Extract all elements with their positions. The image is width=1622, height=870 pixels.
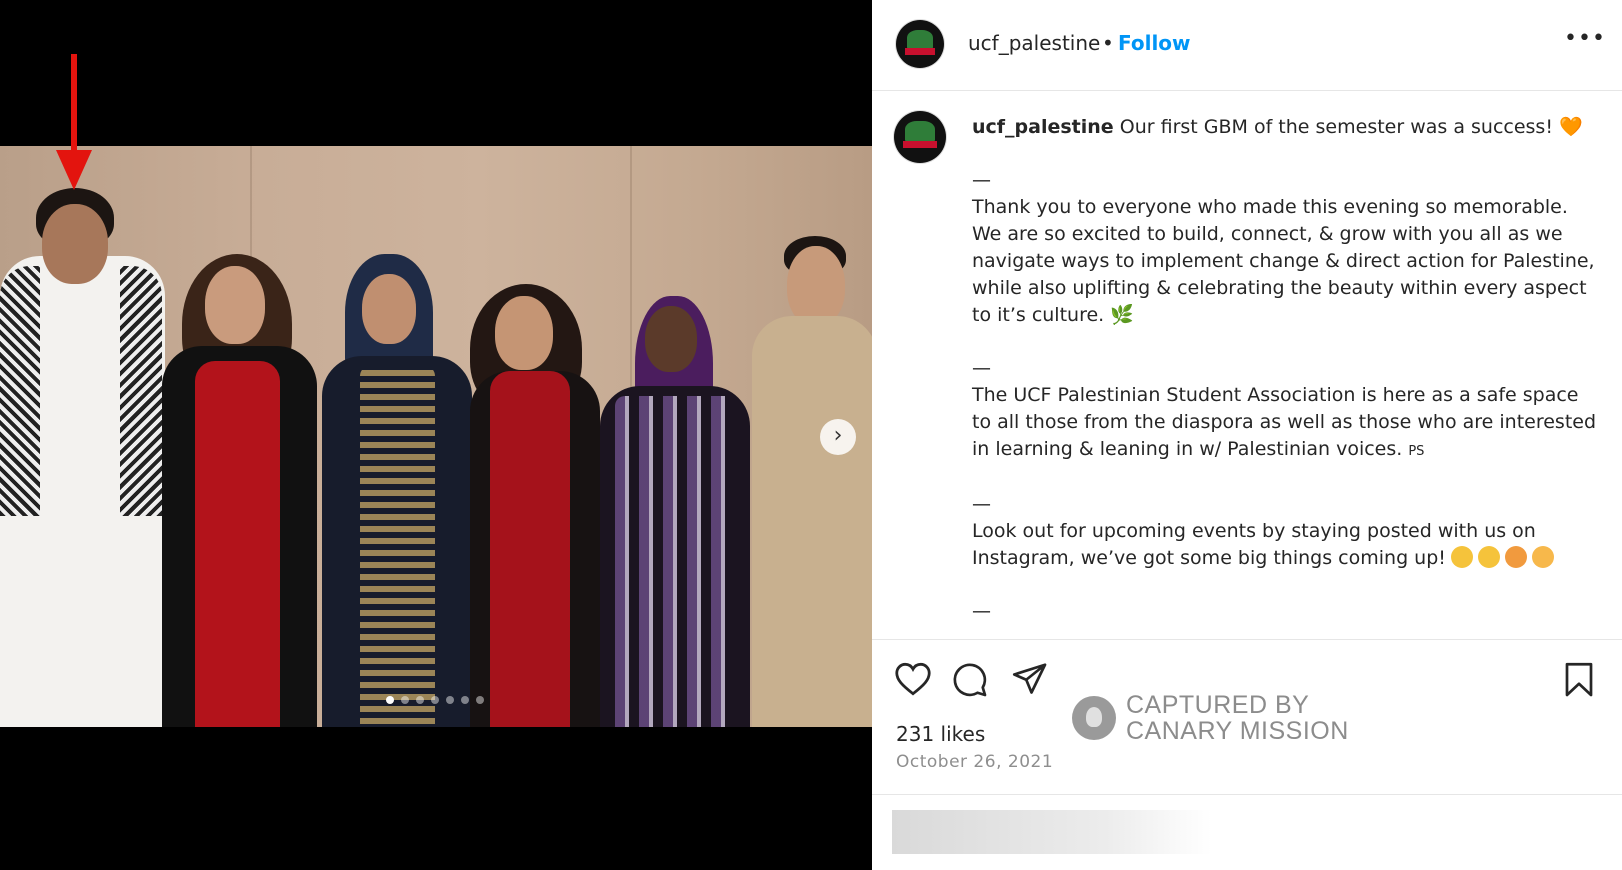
flag-emoji: PS xyxy=(1408,444,1425,459)
caption-line: in learning & leaning in w/ Palestinian … xyxy=(972,438,1403,460)
caption-line: The UCF Palestinian Student Association … xyxy=(972,384,1579,406)
watermark-line1: CAPTURED BY xyxy=(1126,691,1310,719)
caption-intro: Our first GBM of the semester was a succ… xyxy=(1119,116,1553,138)
avatar[interactable] xyxy=(896,20,944,68)
caption-dash: — xyxy=(972,493,991,515)
heart-icon[interactable] xyxy=(894,662,932,696)
carousel-dot[interactable] xyxy=(416,696,424,704)
divider xyxy=(872,794,1622,795)
post-header: ucf_palestine • Follow ••• xyxy=(872,0,1622,91)
watermark-logo xyxy=(1072,696,1116,740)
avatar[interactable] xyxy=(894,111,946,163)
caption-line: while also uplifting & celebrating the b… xyxy=(972,277,1587,299)
comment-icon[interactable] xyxy=(952,662,988,698)
carousel-dot[interactable] xyxy=(476,696,484,704)
orange-heart-emoji: 🧡 xyxy=(1559,116,1583,138)
caption-line: to all those from the diaspora as well a… xyxy=(972,411,1597,433)
chevron-right-icon[interactable]: › xyxy=(820,419,856,455)
relieved-emoji xyxy=(1477,546,1500,568)
more-options-icon[interactable]: ••• xyxy=(1564,26,1606,51)
capture-watermark: CAPTURED BY CANARY MISSION xyxy=(1072,688,1402,748)
post-sidebar: ucf_palestine • Follow ••• ucf_palestine… xyxy=(872,0,1622,870)
header-username[interactable]: ucf_palestine xyxy=(968,31,1100,55)
bookmark-icon[interactable] xyxy=(1564,662,1594,698)
caption-line: Thank you to everyone who made this even… xyxy=(972,196,1568,218)
caption-dash: — xyxy=(972,169,991,191)
herb-emoji: 🌿 xyxy=(1110,304,1134,326)
carousel-dot[interactable] xyxy=(431,696,439,704)
post-date[interactable]: October 26, 2021 xyxy=(896,752,1053,772)
star-struck-emoji xyxy=(1504,546,1527,568)
carousel-dot[interactable] xyxy=(386,696,394,704)
post-photo[interactable] xyxy=(0,146,872,727)
likes-count[interactable]: 231 likes xyxy=(896,722,985,746)
post-media: › xyxy=(0,0,872,870)
header-separator: • xyxy=(1102,31,1114,55)
share-icon[interactable] xyxy=(1012,662,1048,696)
carousel-dot[interactable] xyxy=(446,696,454,704)
carousel-dots xyxy=(386,696,484,704)
follow-button[interactable]: Follow xyxy=(1118,31,1191,55)
caption-username[interactable]: ucf_palestine xyxy=(972,116,1114,138)
red-arrow-head xyxy=(56,150,92,190)
carousel-dot[interactable] xyxy=(461,696,469,704)
carousel-dot[interactable] xyxy=(401,696,409,704)
caption-dash: — xyxy=(972,600,991,622)
caption-dash: — xyxy=(972,357,991,379)
caption-text: ucf_palestine Our first GBM of the semes… xyxy=(972,114,1597,625)
caption-line: Instagram, we’ve got some big things com… xyxy=(972,547,1446,569)
sunglasses-emoji xyxy=(1450,546,1473,568)
caption-line: Look out for upcoming events by staying … xyxy=(972,520,1536,542)
comment-input-area[interactable] xyxy=(892,810,1602,854)
flushed-emoji xyxy=(1531,546,1554,568)
watermark-line2: CANARY MISSION xyxy=(1126,717,1349,745)
red-arrow-indicator xyxy=(71,54,77,164)
caption-line: We are so excited to build, connect, & g… xyxy=(972,223,1563,245)
caption-line: navigate ways to implement change & dire… xyxy=(972,250,1595,272)
post-caption: ucf_palestine Our first GBM of the semes… xyxy=(872,90,1622,638)
caption-line: to it’s culture. xyxy=(972,304,1105,326)
